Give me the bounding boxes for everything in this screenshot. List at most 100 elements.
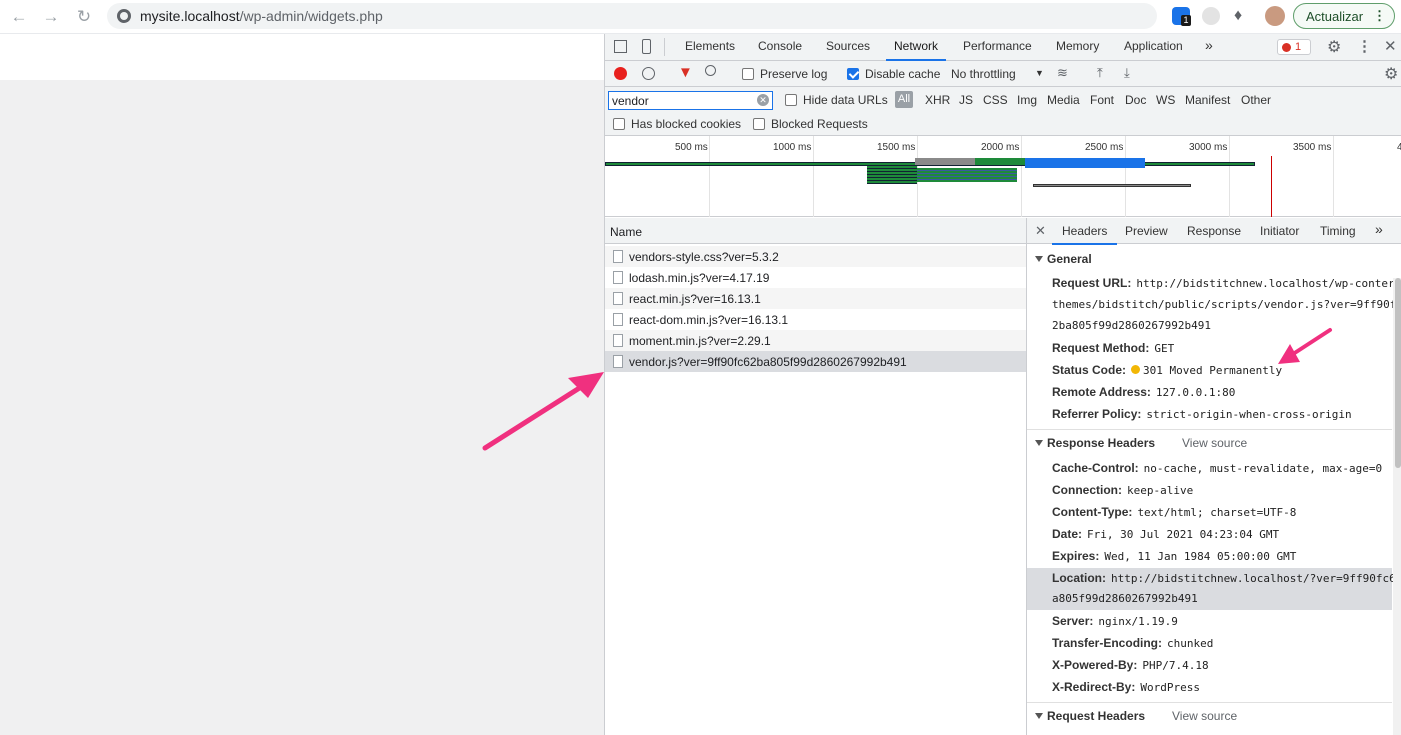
tab-performance[interactable]: Performance: [963, 39, 1032, 53]
tab-network[interactable]: Network: [885, 39, 947, 61]
gear-icon[interactable]: ⚙: [1327, 37, 1341, 57]
view-source-link[interactable]: View source: [1182, 436, 1247, 450]
tab-sources[interactable]: Sources: [826, 39, 870, 53]
remote-address-row: Remote Address: 127.0.0.1:80: [1052, 385, 1235, 399]
status-code-row: Status Code: 301 Moved Permanently: [1052, 363, 1282, 377]
request-row[interactable]: vendors-style.css?ver=5.3.2: [605, 246, 1026, 267]
preserve-log-checkbox[interactable]: [742, 68, 754, 80]
error-counter[interactable]: 1: [1277, 39, 1311, 55]
filter-other[interactable]: Other: [1241, 93, 1271, 107]
filter-xhr[interactable]: XHR: [925, 93, 950, 107]
chevron-down-icon: ▼: [1035, 68, 1044, 78]
general-section-header[interactable]: General: [1035, 252, 1092, 266]
divider: [1027, 429, 1392, 430]
more-tabs-icon[interactable]: »: [1205, 37, 1213, 53]
upload-icon[interactable]: ⤒: [1097, 65, 1103, 81]
filter-value: vendor: [612, 94, 649, 108]
scrollbar-thumb[interactable]: [1395, 278, 1401, 468]
request-row-selected[interactable]: vendor.js?ver=9ff90fc62ba805f99d28602679…: [605, 351, 1026, 372]
section-title: Response Headers: [1047, 436, 1156, 450]
file-icon: [613, 271, 623, 284]
request-row[interactable]: lodash.min.js?ver=4.17.19: [605, 267, 1026, 288]
wifi-icon[interactable]: ≋: [1057, 65, 1068, 81]
filter-icon[interactable]: ▼: [678, 64, 693, 81]
more-tabs-icon[interactable]: »: [1375, 221, 1383, 237]
request-row[interactable]: react-dom.min.js?ver=16.13.1: [605, 309, 1026, 330]
tick-label: 2000 ms: [981, 142, 1020, 153]
tab-elements[interactable]: Elements: [685, 39, 735, 53]
tick-label: 1000 ms: [773, 142, 812, 153]
response-headers-section-header[interactable]: Response Headers: [1035, 436, 1155, 450]
vue-devtools-icon[interactable]: [1202, 7, 1220, 25]
filter-media[interactable]: Media: [1047, 93, 1080, 107]
header-value: 301 Moved Permanently: [1143, 364, 1283, 377]
grid-line: [1333, 136, 1334, 217]
throttling-select[interactable]: No throttling: [951, 67, 1016, 81]
grid-line: [1229, 136, 1230, 217]
disable-cache-checkbox[interactable]: [847, 68, 859, 80]
address-bar[interactable]: mysite.localhost/wp-admin/widgets.php: [107, 3, 1157, 29]
tab-application[interactable]: Application: [1124, 39, 1183, 53]
tab-console[interactable]: Console: [758, 39, 802, 53]
expires-row: Expires: Wed, 11 Jan 1984 05:00:00 GMT: [1052, 549, 1296, 563]
filter-input[interactable]: vendor ✕: [608, 91, 773, 110]
inspect-icon[interactable]: [614, 40, 627, 53]
device-toolbar-icon[interactable]: [642, 39, 651, 54]
filter-css[interactable]: CSS: [983, 93, 1008, 107]
address-url[interactable]: mysite.localhost/wp-admin/widgets.php: [140, 8, 383, 24]
filter-doc[interactable]: Doc: [1125, 93, 1146, 107]
cache-control-row: Cache-Control: no-cache, must-revalidate,…: [1052, 461, 1382, 475]
tab-timing[interactable]: Timing: [1320, 224, 1356, 238]
request-row[interactable]: moment.min.js?ver=2.29.1: [605, 330, 1026, 351]
network-toolbar: ▼ Preserve log Disable cache No throttli…: [605, 61, 1401, 87]
header-key: Expires:: [1052, 549, 1100, 563]
record-icon[interactable]: [614, 67, 627, 80]
tick-label: 2500 ms: [1085, 142, 1124, 153]
timeline-overview[interactable]: 500 ms 1000 ms 1500 ms 2000 ms 2500 ms 3…: [605, 136, 1401, 217]
filter-font[interactable]: Font: [1090, 93, 1114, 107]
more-vert-icon[interactable]: ⋮: [1357, 37, 1372, 55]
filter-js[interactable]: JS: [959, 93, 973, 107]
puzzle-icon[interactable]: ♦: [1234, 7, 1252, 25]
tab-initiator[interactable]: Initiator: [1260, 224, 1299, 238]
filter-img[interactable]: Img: [1017, 93, 1037, 107]
tab-memory[interactable]: Memory: [1056, 39, 1099, 53]
close-icon[interactable]: ✕: [1035, 223, 1046, 239]
hide-data-urls-checkbox[interactable]: [785, 94, 797, 106]
request-row[interactable]: react.min.js?ver=16.13.1: [605, 288, 1026, 309]
filter-ws[interactable]: WS: [1156, 93, 1175, 107]
tab-preview[interactable]: Preview: [1125, 224, 1168, 238]
header-key: Location:: [1052, 571, 1106, 585]
forward-icon[interactable]: →: [41, 7, 61, 27]
close-icon[interactable]: ✕: [1384, 37, 1397, 55]
tab-response[interactable]: Response: [1187, 224, 1241, 238]
update-button[interactable]: Actualizar ⋮: [1293, 3, 1395, 29]
reload-icon[interactable]: ↻: [74, 7, 94, 27]
download-icon[interactable]: ⤓: [1124, 65, 1130, 81]
header-key: Transfer-Encoding:: [1052, 636, 1163, 650]
extension-icon[interactable]: 1: [1172, 7, 1191, 26]
blocked-requests-checkbox[interactable]: [753, 118, 765, 130]
blocked-cookies-checkbox[interactable]: [613, 118, 625, 130]
clear-icon[interactable]: [642, 67, 655, 80]
blocked-cookies-label: Has blocked cookies: [631, 117, 742, 131]
status-dot-icon: [1131, 365, 1141, 374]
avatar[interactable]: [1265, 6, 1285, 26]
clear-filter-icon[interactable]: ✕: [757, 94, 769, 106]
view-source-link[interactable]: View source: [1172, 709, 1237, 723]
request-headers-section-header[interactable]: Request Headers: [1035, 709, 1145, 723]
scrollbar[interactable]: [1393, 278, 1401, 735]
name-column-header[interactable]: Name: [605, 218, 1026, 244]
search-icon[interactable]: [705, 65, 716, 76]
tab-headers[interactable]: Headers: [1051, 224, 1118, 245]
filter-manifest[interactable]: Manifest: [1185, 93, 1230, 107]
page-viewport: [0, 34, 604, 735]
network-settings-icon[interactable]: ⚙: [1384, 64, 1398, 84]
back-icon[interactable]: ←: [9, 7, 29, 27]
x-powered-by-row: X-Powered-By: PHP/7.4.18: [1052, 658, 1209, 672]
filter-all-button[interactable]: All: [895, 91, 913, 108]
tick-label: 1500 ms: [877, 142, 916, 153]
extension-badge: 1: [1181, 15, 1191, 26]
more-vert-icon[interactable]: ⋮: [1373, 8, 1386, 24]
header-value: PHP/7.4.18: [1142, 659, 1209, 672]
